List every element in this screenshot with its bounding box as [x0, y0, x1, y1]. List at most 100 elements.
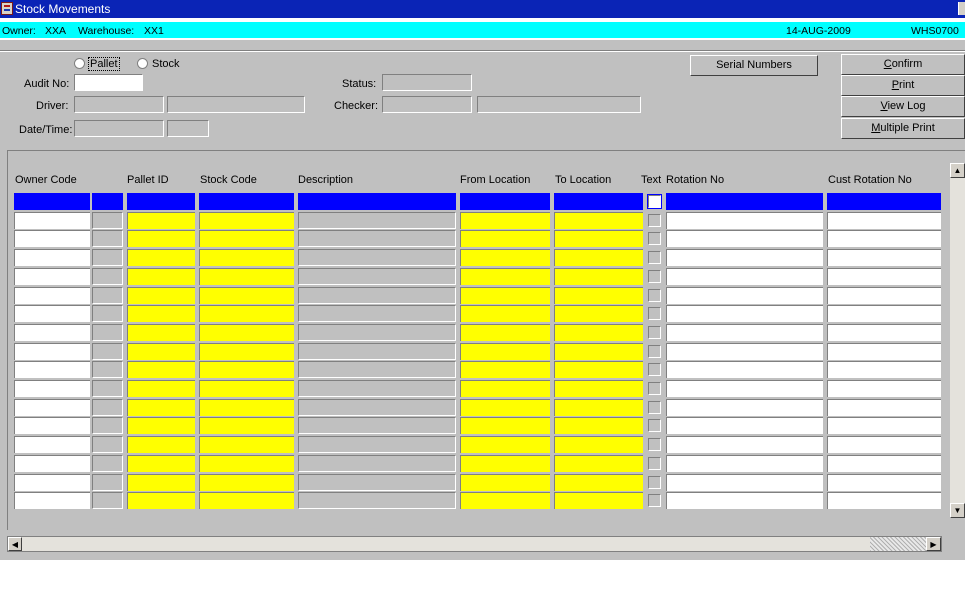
pallet-id-cell[interactable]: [127, 417, 195, 435]
text-checkbox[interactable]: [648, 419, 661, 433]
stock-code-cell[interactable]: [199, 342, 294, 360]
rotation-no-cell[interactable]: [666, 361, 823, 379]
rotation-no-cell[interactable]: [666, 286, 823, 304]
owner-code-cell[interactable]: [14, 361, 90, 379]
view-log-button[interactable]: View Log: [841, 96, 965, 117]
text-checkbox[interactable]: [648, 475, 661, 489]
time-field[interactable]: [167, 120, 209, 137]
text-checkbox[interactable]: [648, 232, 661, 246]
stock-radio-label[interactable]: Stock: [152, 58, 180, 70]
text-checkbox[interactable]: [648, 382, 661, 395]
cust-rotation-no-cell[interactable]: [827, 230, 941, 248]
cust-rotation-no-cell[interactable]: [827, 473, 941, 491]
stock-code-cell[interactable]: [199, 361, 294, 379]
multiple-print-button[interactable]: Multiple Print: [841, 118, 965, 139]
checker-code-field[interactable]: [382, 96, 472, 113]
close-icon[interactable]: [958, 2, 965, 15]
cust-rotation-no-cell[interactable]: [827, 398, 941, 416]
pallet-id-cell[interactable]: [127, 454, 195, 472]
scroll-right-icon[interactable]: ▶: [926, 537, 941, 551]
stock-code-cell[interactable]: [199, 380, 294, 397]
from-location-cell[interactable]: [460, 398, 550, 416]
stock-code-cell[interactable]: [199, 267, 294, 285]
to-location-cell[interactable]: [554, 323, 643, 341]
to-location-cell[interactable]: [554, 417, 643, 435]
owner-code-cell[interactable]: [14, 249, 90, 267]
pallet-id-cell[interactable]: [127, 342, 195, 360]
from-location-cell[interactable]: [460, 193, 550, 210]
scroll-down-icon[interactable]: ▼: [950, 503, 965, 518]
pallet-id-cell[interactable]: [127, 286, 195, 304]
text-checkbox[interactable]: [648, 438, 661, 452]
from-location-cell[interactable]: [460, 454, 550, 472]
owner-code-cell[interactable]: [14, 492, 90, 510]
owner-code-cell[interactable]: [14, 286, 90, 304]
to-location-cell[interactable]: [554, 267, 643, 285]
owner-code-cell[interactable]: [14, 230, 90, 248]
cust-rotation-no-cell[interactable]: [827, 342, 941, 360]
to-location-cell[interactable]: [554, 249, 643, 267]
rotation-no-cell[interactable]: [666, 230, 823, 248]
text-checkbox[interactable]: [648, 269, 661, 283]
audit-no-input[interactable]: [74, 74, 143, 91]
stock-code-cell[interactable]: [199, 454, 294, 472]
stock-code-cell[interactable]: [199, 305, 294, 323]
text-checkbox[interactable]: [648, 251, 661, 265]
owner-code-cell[interactable]: [14, 473, 90, 491]
text-checkbox[interactable]: [648, 325, 661, 339]
to-location-cell[interactable]: [554, 193, 643, 210]
pallet-id-cell[interactable]: [127, 473, 195, 491]
date-field[interactable]: [74, 120, 164, 137]
text-checkbox[interactable]: [648, 344, 661, 358]
owner-code-cell[interactable]: [14, 305, 90, 323]
from-location-cell[interactable]: [460, 286, 550, 304]
pallet-id-cell[interactable]: [127, 492, 195, 510]
from-location-cell[interactable]: [460, 342, 550, 360]
text-checkbox[interactable]: [648, 363, 661, 377]
stock-code-cell[interactable]: [199, 211, 294, 229]
pallet-radio-label[interactable]: Pallet: [88, 57, 120, 71]
cust-rotation-no-cell[interactable]: [827, 380, 941, 397]
stock-code-cell[interactable]: [199, 249, 294, 267]
rotation-no-cell[interactable]: [666, 398, 823, 416]
from-location-cell[interactable]: [460, 473, 550, 491]
pallet-id-cell[interactable]: [127, 305, 195, 323]
owner-code-cell[interactable]: [14, 380, 90, 397]
pallet-id-cell[interactable]: [127, 380, 195, 397]
to-location-cell[interactable]: [554, 211, 643, 229]
cust-rotation-no-cell[interactable]: [827, 286, 941, 304]
cust-rotation-no-cell[interactable]: [827, 193, 941, 210]
pallet-id-cell[interactable]: [127, 267, 195, 285]
rotation-no-cell[interactable]: [666, 323, 823, 341]
from-location-cell[interactable]: [460, 436, 550, 454]
from-location-cell[interactable]: [460, 230, 550, 248]
owner-code-cell[interactable]: [14, 436, 90, 454]
rotation-no-cell[interactable]: [666, 380, 823, 397]
owner-code-cell[interactable]: [14, 211, 90, 229]
stock-code-cell[interactable]: [199, 436, 294, 454]
stock-radio[interactable]: [137, 58, 148, 69]
text-checkbox[interactable]: [648, 456, 661, 470]
stock-code-cell[interactable]: [199, 230, 294, 248]
to-location-cell[interactable]: [554, 305, 643, 323]
text-checkbox[interactable]: [648, 307, 661, 321]
text-checkbox[interactable]: [648, 288, 661, 302]
rotation-no-cell[interactable]: [666, 211, 823, 229]
rotation-no-cell[interactable]: [666, 492, 823, 510]
cust-rotation-no-cell[interactable]: [827, 305, 941, 323]
rotation-no-cell[interactable]: [666, 454, 823, 472]
pallet-id-cell[interactable]: [127, 211, 195, 229]
pallet-id-cell[interactable]: [127, 361, 195, 379]
to-location-cell[interactable]: [554, 380, 643, 397]
stock-code-cell[interactable]: [199, 286, 294, 304]
to-location-cell[interactable]: [554, 342, 643, 360]
owner-code-cell[interactable]: [14, 398, 90, 416]
rotation-no-cell[interactable]: [666, 305, 823, 323]
to-location-cell[interactable]: [554, 454, 643, 472]
rotation-no-cell[interactable]: [666, 473, 823, 491]
stock-code-cell[interactable]: [199, 193, 294, 210]
scroll-up-icon[interactable]: ▲: [950, 163, 965, 178]
horizontal-scrollbar[interactable]: ◀ ▶: [7, 536, 942, 552]
pallet-id-cell[interactable]: [127, 323, 195, 341]
cust-rotation-no-cell[interactable]: [827, 249, 941, 267]
